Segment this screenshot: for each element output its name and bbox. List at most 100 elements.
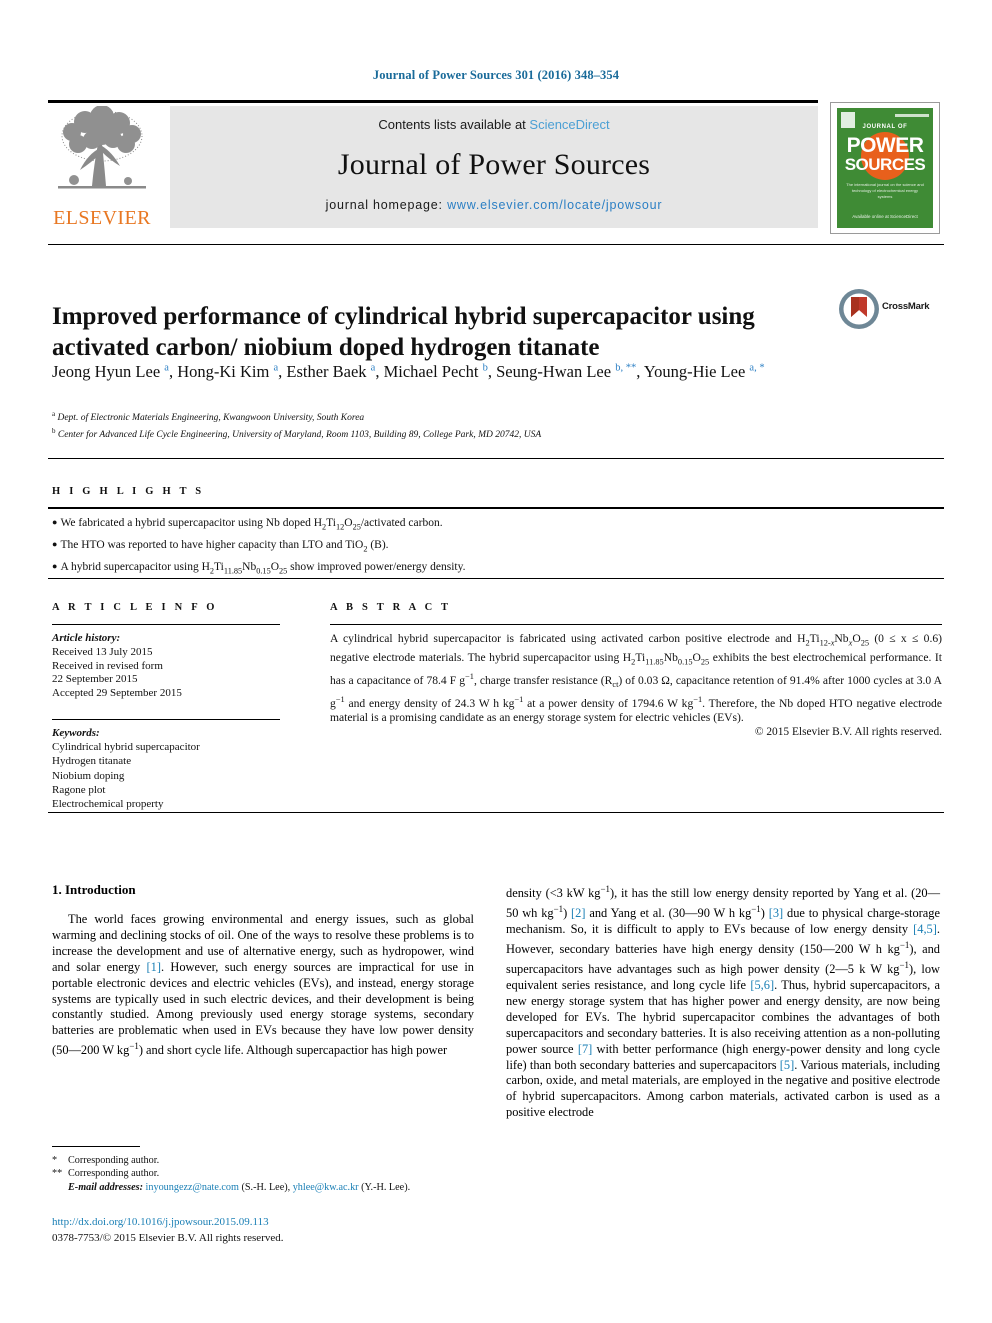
- email-link-1[interactable]: inyoungezz@nate.com: [146, 1182, 239, 1193]
- issn-copyright-line: 0378-7753/© 2015 Elsevier B.V. All right…: [52, 1232, 284, 1244]
- author-name: Hong-Ki Kim: [177, 361, 270, 381]
- citation-link[interactable]: [3]: [769, 906, 783, 920]
- masthead-top-rule: [48, 100, 818, 103]
- body-paragraph: density (<3 kW kg−1), it has the still l…: [506, 884, 941, 1120]
- abstract-heading: A B S T R A C T: [330, 602, 452, 613]
- keyword-item: Ragone plot: [52, 783, 106, 796]
- author-entry: Seung-Hwan Lee b, **,: [496, 361, 644, 381]
- author-affil-mark[interactable]: a: [371, 362, 376, 373]
- author-name: Michael Pecht: [383, 361, 479, 381]
- homepage-url-link[interactable]: www.elsevier.com/locate/jpowsour: [447, 198, 662, 212]
- article-info-heading: A R T I C L E I N F O: [52, 602, 218, 613]
- citation-link[interactable]: [2]: [571, 906, 585, 920]
- sciencedirect-link[interactable]: ScienceDirect: [529, 117, 609, 132]
- keywords-rule: [52, 719, 280, 720]
- bullet-icon: ●: [52, 538, 58, 549]
- contents-panel: Contents lists available at ScienceDirec…: [170, 106, 818, 228]
- history-item: Received in revised form: [52, 659, 163, 672]
- abstract-text: A cylindrical hybrid supercapacitor is f…: [330, 632, 943, 725]
- affiliation-list: a Dept. of Electronic Materials Engineer…: [52, 408, 882, 442]
- contents-prefix: Contents lists available at: [378, 117, 530, 132]
- author-affil-mark[interactable]: a, *: [749, 362, 764, 373]
- cover-journal-of-label: JOURNAL OF: [862, 124, 908, 130]
- cover-art: JOURNAL OF POWER SOURCES The internation…: [837, 108, 933, 228]
- cover-sources-label: SOURCES: [844, 155, 926, 174]
- author-entry: Hong-Ki Kim a,: [177, 361, 287, 381]
- elsevier-tree-icon: [58, 106, 146, 189]
- abstract-copyright: © 2015 Elsevier B.V. All rights reserved…: [754, 726, 942, 738]
- highlights-mid-rule: [48, 507, 944, 509]
- footnote-rule: [52, 1146, 140, 1147]
- citation-link[interactable]: [7]: [578, 1042, 592, 1056]
- highlight-text: The HTO was reported to have higher capa…: [60, 538, 389, 554]
- highlights-heading: H I G H L I G H T S: [52, 486, 205, 497]
- abstract-rule: [330, 624, 942, 625]
- cover-top-rule: [895, 114, 929, 117]
- author-entry: Michael Pecht b,: [383, 361, 497, 381]
- bullet-icon: ●: [52, 517, 58, 527]
- author-name: Jeong Hyun Lee: [52, 361, 161, 381]
- author-affil-mark[interactable]: b, **: [615, 362, 636, 373]
- affiliation-item: b Center for Advanced Life Cycle Enginee…: [52, 425, 882, 442]
- journal-title: Journal of Power Sources: [337, 148, 651, 181]
- affiliation-mark: a: [52, 410, 56, 418]
- keyword-item: Electrochemical property: [52, 798, 164, 811]
- journal-cover-thumbnail: JOURNAL OF POWER SOURCES The internation…: [830, 102, 940, 234]
- list-item: ● The HTO was reported to have higher cap…: [52, 536, 912, 558]
- author-list: Jeong Hyun Lee a, Hong-Ki Kim a, Esther …: [52, 356, 852, 383]
- body-column-right: density (<3 kW kg−1), it has the still l…: [506, 882, 940, 1121]
- citation-link[interactable]: [5,6]: [750, 978, 774, 992]
- highlights-top-rule: [48, 458, 944, 459]
- keyword-item: Niobium doping: [52, 769, 125, 782]
- history-item: 22 September 2015: [52, 673, 138, 686]
- contents-available-line: Contents lists available at ScienceDirec…: [170, 117, 818, 132]
- keyword-item: Hydrogen titanate: [52, 755, 132, 768]
- author-name: Seung-Hwan Lee: [496, 361, 612, 381]
- author-name: Esther Baek: [286, 361, 367, 381]
- running-head: Journal of Power Sources 301 (2016) 348–…: [372, 68, 620, 82]
- affiliation-text: Center for Advanced Life Cycle Engineeri…: [57, 430, 542, 441]
- keyword-item: Cylindrical hybrid supercapacitor: [52, 741, 200, 754]
- author-affil-mark[interactable]: a: [273, 362, 278, 373]
- author-entry: Young-Hie Lee a, *: [644, 362, 765, 381]
- doi-link[interactable]: http://dx.doi.org/10.1016/j.jpowsour.201…: [52, 1216, 269, 1228]
- email-link-2[interactable]: yhlee@kw.ac.kr: [293, 1182, 359, 1193]
- footnote-block: * Corresponding author. ** Corresponding a…: [52, 1154, 482, 1194]
- citation-link[interactable]: [5]: [780, 1058, 794, 1072]
- journal-masthead: ELSEVIER Contents lists available at Sci…: [48, 100, 944, 234]
- homepage-label: journal homepage:: [325, 198, 448, 212]
- history-item: Accepted 29 September 2015: [52, 687, 182, 700]
- abstract-bottom-rule: [48, 812, 944, 813]
- history-item: Received 13 July 2015: [52, 645, 153, 658]
- highlight-text: A hybrid supercapacitor using H2Ti11.85N…: [60, 560, 466, 575]
- article-history-label: Article history:: [52, 632, 121, 644]
- crossmark-label: CrossMark: [882, 301, 930, 312]
- list-item: ● We fabricated a hybrid supercapacitor u…: [52, 514, 912, 536]
- cover-footer-text: Available online at ScienceDirect: [852, 214, 918, 219]
- author-name: Young-Hie Lee: [643, 361, 746, 381]
- crossmark-badge[interactable]: CrossMark: [838, 288, 944, 332]
- list-item: ● A hybrid supercapacitor using H2Ti11.85…: [52, 558, 912, 580]
- author-entry: Esther Baek a,: [286, 361, 384, 381]
- citation-link[interactable]: [1]: [147, 960, 161, 974]
- citation-link[interactable]: [4,5]: [913, 922, 937, 936]
- footnote-text: Corresponding author.: [68, 1155, 160, 1166]
- body-paragraph: The world faces growing environmental an…: [52, 912, 474, 1058]
- journal-homepage-line: journal homepage: www.elsevier.com/locat…: [170, 198, 818, 212]
- footnote-item: ** Corresponding author.: [52, 1167, 482, 1180]
- paper-page: Journal of Power Sources 301 (2016) 348–…: [0, 0, 992, 1323]
- author-affil-mark[interactable]: a: [164, 362, 169, 373]
- section-heading-introduction: 1. Introduction: [52, 882, 136, 897]
- email-owner-2: (Y.-H. Lee).: [361, 1181, 411, 1193]
- author-affil-mark[interactable]: b: [483, 362, 488, 373]
- highlights-list: ● We fabricated a hybrid supercapacitor u…: [52, 514, 912, 579]
- affiliation-mark: b: [52, 427, 56, 436]
- article-history: Article history: Received 13 July 2015 R…: [52, 632, 280, 701]
- page-title: Improved performance of cylindrical hybr…: [52, 302, 755, 361]
- affiliation-text: Dept. of Electronic Materials Engineerin…: [57, 413, 365, 424]
- body-column-left: 1. Introduction The world faces growing …: [52, 882, 474, 1059]
- highlights-bottom-rule: [48, 578, 944, 579]
- article-info-rule: [52, 624, 280, 625]
- footnote-emails: E-mail addresses: inyoungezz@nate.com (S…: [52, 1181, 482, 1194]
- double-asterisk-icon: **: [52, 1168, 63, 1180]
